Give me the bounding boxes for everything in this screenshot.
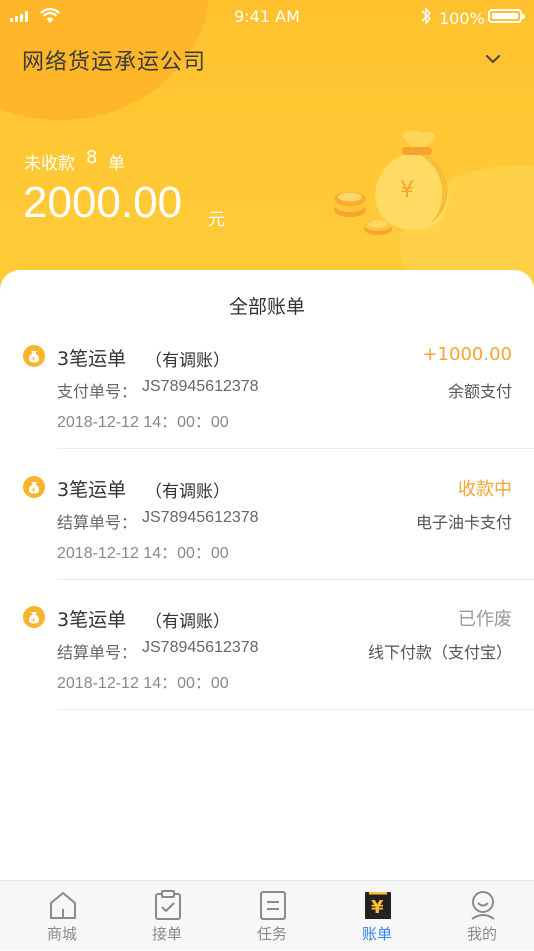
money-bag-illustration: ¥ [334,130,449,235]
bill-number-label: 支付单号： [57,382,138,401]
bill-adjust-note: （有调账） [145,612,230,632]
tab-bills[interactable]: ¥ 账单 [324,881,430,951]
payment-method: 线下付款（支付宝） [367,643,512,662]
bill-number-label: 结算单号： [57,513,138,532]
bill-list-panel: 全部账单 ¥ 3笔运单 （有调账） +1000.00 支付单号： JS78945… [0,270,534,880]
svg-text:¥: ¥ [31,486,35,494]
tab-label: 账单 [361,925,392,943]
bill-title: 3笔运单 [57,348,127,370]
bill-time: 2018-12-12 14：00：00 [57,675,229,692]
bill-number: JS78945612378 [142,378,259,395]
svg-text:¥: ¥ [31,616,35,624]
bill-adjust-note: （有调账） [145,482,230,502]
unpaid-label: 未收款 [24,154,75,174]
tab-label: 我的 [466,925,497,943]
bill-item[interactable]: ¥ 3笔运单 （有调账） 收款中 结算单号： JS78945612378 电子油… [0,473,534,603]
bill-number-label: 结算单号： [57,643,138,662]
tab-bar: 商城 接单 任务 ¥ 账单 我的 [0,880,534,950]
bill-number: JS78945612378 [142,639,259,656]
profile-icon [471,891,495,920]
payment-method: 余额支付 [447,382,512,401]
svg-text:¥: ¥ [371,897,384,918]
tab-label: 商城 [46,925,77,943]
unpaid-count: 8 [86,147,98,168]
company-name[interactable]: 网络货运承运公司 [22,44,206,76]
shop-icon [50,892,76,919]
tab-label: 接单 [151,925,182,943]
summary-header: 9:41 AM 100% 网络货运承运公司 未收款 8 单 2000.00 元 … [0,0,534,300]
bill-status: 已作废 [458,609,512,630]
bluetooth-icon [421,7,432,25]
unpaid-amount: 2000.00 [23,178,183,227]
section-title: 全部账单 [228,296,305,318]
bill-number: JS78945612378 [142,509,259,526]
tab-tasks[interactable]: 任务 [219,881,325,951]
battery-percent: 100% [439,9,485,28]
amount-unit: 元 [208,210,225,230]
money-bag-icon: ¥ [23,345,45,367]
bill-yuan-icon: ¥ [365,892,391,919]
bill-time: 2018-12-12 14：00：00 [57,414,229,431]
battery-icon [488,9,525,23]
tab-accept-order[interactable]: 接单 [114,881,220,951]
divider [57,448,534,449]
payment-method: 电子油卡支付 [415,513,512,532]
svg-text:¥: ¥ [400,178,414,203]
task-list-icon [260,891,286,920]
tab-shop[interactable]: 商城 [9,881,115,951]
money-bag-icon: ¥ [23,606,45,628]
bill-adjust-note: （有调账） [145,351,230,371]
bill-title: 3笔运单 [57,609,127,631]
bill-title: 3笔运单 [57,479,127,501]
chevron-down-icon[interactable] [484,50,502,68]
money-bag-icon: ¥ [23,476,45,498]
bill-time: 2018-12-12 14：00：00 [57,545,229,562]
divider [57,579,534,580]
bill-item[interactable]: ¥ 3笔运单 （有调账） 已作废 结算单号： JS78945612378 线下付… [0,603,534,733]
bill-status: +1000.00 [422,344,512,365]
tab-label: 任务 [256,925,287,943]
svg-text:¥: ¥ [31,355,35,363]
divider [57,709,534,710]
clipboard-check-icon [155,890,181,920]
status-bar: 9:41 AM 100% [0,0,534,34]
bill-item[interactable]: ¥ 3笔运单 （有调账） +1000.00 支付单号： JS7894561237… [0,342,534,472]
unpaid-unit: 单 [108,154,125,174]
bill-status: 收款中 [458,479,512,500]
tab-profile[interactable]: 我的 [429,881,534,951]
